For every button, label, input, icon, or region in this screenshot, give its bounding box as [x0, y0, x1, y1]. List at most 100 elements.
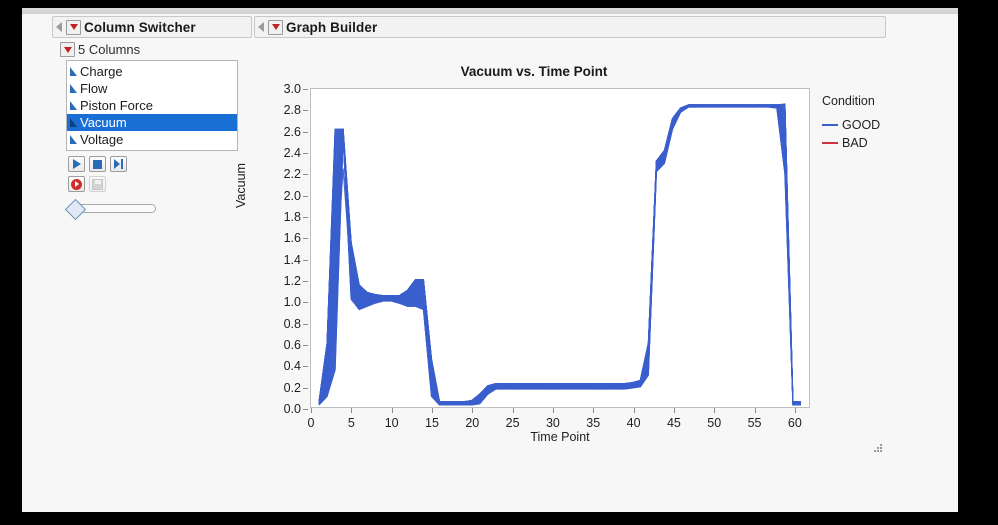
- speed-slider[interactable]: [64, 198, 158, 221]
- step-forward-icon: [114, 159, 123, 169]
- disclosure-triangle-icon[interactable]: [56, 22, 62, 32]
- x-tick-mark: [633, 408, 635, 413]
- red-triangle-menu-icon[interactable]: [66, 19, 81, 35]
- y-tick-label: 0.4: [283, 359, 301, 374]
- chart-line: [319, 105, 801, 402]
- stop-button[interactable]: [89, 156, 106, 172]
- chart-line: [319, 107, 801, 405]
- legend-item-good[interactable]: GOOD: [822, 116, 932, 134]
- list-item-flow[interactable]: Flow: [67, 80, 237, 97]
- x-tick-mark: [431, 408, 433, 413]
- chart-line: [319, 106, 801, 404]
- x-tick-label: 15: [425, 416, 439, 430]
- x-tick-mark: [351, 408, 353, 413]
- chart-line: [319, 105, 801, 402]
- chart-line: [319, 106, 801, 404]
- list-item-vacuum[interactable]: Vacuum: [67, 114, 237, 131]
- chart-line: [319, 107, 801, 405]
- legend-item-bad[interactable]: BAD: [822, 134, 932, 152]
- y-tick-mark: [303, 174, 308, 176]
- x-tick-label: 55: [747, 416, 762, 430]
- x-axis-ticks: 0 5 10 15 20 25 30 35 40 45 50 55 60: [308, 408, 812, 430]
- graph-builder-panel: Graph Builder Vacuum vs. Time Point Vacu…: [234, 16, 886, 452]
- chart-line: [319, 106, 801, 403]
- chart-line: [319, 105, 801, 402]
- y-tick-mark: [303, 89, 308, 90]
- chart-line: [319, 106, 801, 404]
- red-triangle-menu-icon[interactable]: [268, 19, 283, 35]
- chart-line: [319, 106, 801, 404]
- chart-line: [319, 107, 801, 405]
- chart-line: [319, 106, 801, 404]
- list-item-label: Piston Force: [80, 98, 153, 113]
- y-tick-mark: [303, 345, 308, 346]
- x-tick-mark: [552, 408, 554, 413]
- step-forward-button[interactable]: [110, 156, 127, 172]
- list-item-charge[interactable]: Charge: [67, 63, 237, 80]
- chart-line: [319, 107, 801, 405]
- columns-count-label: 5 Columns: [78, 42, 141, 57]
- chart-line: [319, 105, 801, 402]
- play-button[interactable]: [68, 156, 85, 172]
- record-icon: [71, 178, 82, 190]
- chart-line: [319, 106, 801, 404]
- speed-slider-track[interactable]: [74, 204, 156, 213]
- y-tick-mark: [303, 259, 308, 261]
- x-tick-label: 10: [384, 416, 399, 430]
- disclosure-triangle-icon[interactable]: [258, 22, 264, 32]
- graph-builder-header[interactable]: Graph Builder: [254, 16, 886, 38]
- chart-line: [319, 107, 801, 405]
- playback-controls-row-2: [68, 176, 252, 192]
- legend-swatch-good: [822, 124, 838, 126]
- graph-builder-body: Vacuum vs. Time Point Vacuum 0.0 0.2 0.4 0.…: [234, 38, 886, 452]
- chart-line: [319, 105, 801, 402]
- chart-line: [319, 106, 801, 403]
- x-tick-mark: [714, 408, 716, 413]
- chart-line: [319, 105, 801, 402]
- legend-label-bad: BAD: [842, 136, 868, 150]
- columns-subheader: 5 Columns: [60, 42, 252, 57]
- y-tick-label: 0.2: [283, 380, 301, 395]
- columns-red-triangle-menu-icon[interactable]: [60, 42, 75, 57]
- y-tick-label: 2.6: [283, 124, 301, 139]
- y-tick-label: 2.8: [283, 103, 301, 118]
- column-switcher-header[interactable]: Column Switcher: [52, 16, 252, 38]
- y-tick-label: 0.8: [283, 316, 301, 331]
- chart-line: [319, 106, 801, 404]
- column-switcher-panel: Column Switcher 5 Columns Charge Flow Pi…: [52, 16, 252, 221]
- x-tick-label: 20: [465, 416, 480, 430]
- chart-line: [319, 106, 801, 404]
- x-tick-mark: [512, 408, 514, 413]
- resize-grip-icon[interactable]: [874, 444, 884, 454]
- y-tick-mark: [303, 387, 308, 389]
- continuous-column-icon: [70, 135, 77, 144]
- x-tick-mark: [794, 408, 796, 413]
- save-button[interactable]: [89, 176, 106, 192]
- chart-line: [319, 105, 801, 402]
- chart-line: [319, 106, 801, 404]
- x-axis-title: Time Point: [530, 430, 590, 444]
- y-tick-label: 1.6: [283, 231, 301, 246]
- list-item-voltage[interactable]: Voltage: [67, 131, 237, 148]
- chart-line: [319, 105, 801, 402]
- chart-line: [319, 106, 801, 403]
- plot-area[interactable]: [310, 88, 810, 408]
- chart-line: [319, 105, 801, 405]
- y-tick-label: 3.0: [283, 82, 301, 96]
- chart-title: Vacuum vs. Time Point: [460, 64, 608, 79]
- chart-line: [319, 106, 801, 403]
- chart-line: [319, 105, 801, 402]
- chart-line: [319, 105, 801, 402]
- chart-line: [319, 106, 801, 404]
- chart-line: [319, 105, 801, 402]
- chart-line: [319, 105, 801, 402]
- column-list[interactable]: Charge Flow Piston Force Vacuum Voltage: [66, 60, 238, 151]
- record-button[interactable]: [68, 176, 85, 192]
- y-tick-label: 2.2: [283, 167, 301, 182]
- chart-line: [319, 105, 801, 402]
- speed-slider-thumb[interactable]: [64, 198, 87, 221]
- y-tick-label: 0.0: [283, 402, 301, 416]
- list-item-piston-force[interactable]: Piston Force: [67, 97, 237, 114]
- graph-builder-title: Graph Builder: [286, 19, 378, 35]
- x-tick-mark: [593, 408, 595, 413]
